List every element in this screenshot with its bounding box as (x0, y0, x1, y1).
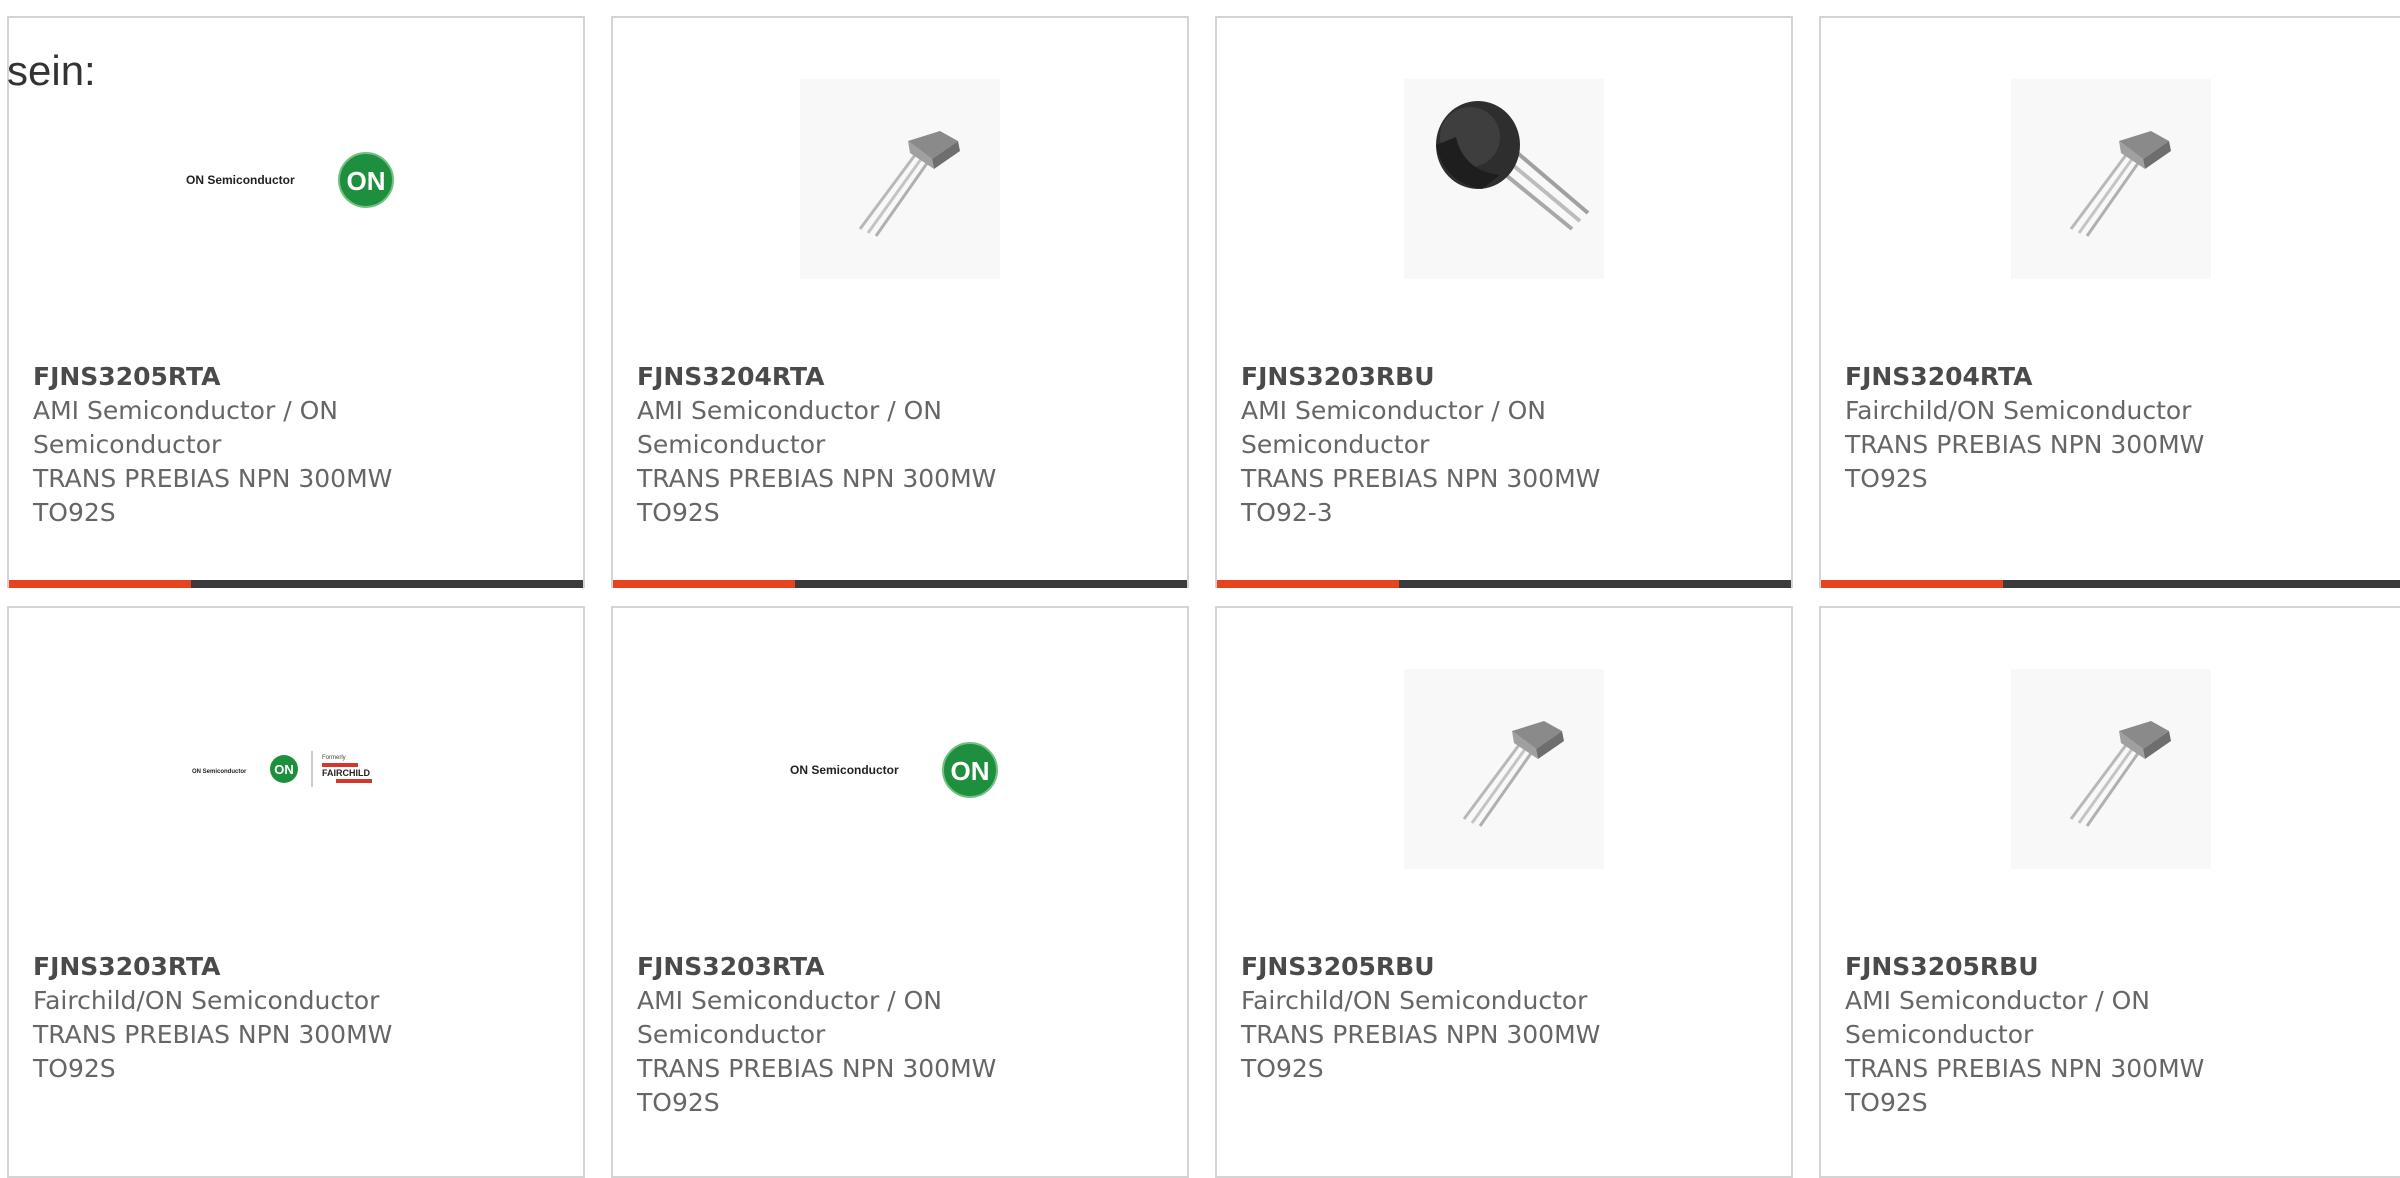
part-number[interactable]: FJNS3205RBU (1241, 950, 1641, 984)
card-bottom-bar (1821, 580, 2400, 588)
product-card[interactable]: ON Semiconductor ON Formerly FAIRCHILD F… (7, 606, 585, 1178)
part-number[interactable]: FJNS3205RBU (1845, 950, 2245, 984)
manufacturer: AMI Semiconductor / ON Semiconductor (33, 396, 338, 459)
logo-formerly-text: Formerly (322, 755, 346, 761)
description: TRANS PREBIAS NPN 300MW TO92-3 (1241, 464, 1601, 527)
part-number[interactable]: FJNS3203RBU (1241, 360, 1641, 394)
manufacturer: AMI Semiconductor / ON Semiconductor (1241, 396, 1546, 459)
card-bottom-bar (9, 580, 583, 588)
manufacturer: Fairchild/ON Semiconductor (33, 986, 380, 1015)
product-card[interactable]: FJNS3205RBU Fairchild/ON Semiconductor T… (1215, 606, 1793, 1178)
product-info: FJNS3205RTA AMI Semiconductor / ON Semic… (33, 360, 433, 530)
product-info: FJNS3203RTA AMI Semiconductor / ON Semic… (637, 950, 1037, 1120)
product-card[interactable]: ON Semiconductor ON FJNS3205RTA AMI Semi… (7, 16, 585, 588)
to92s-transistor-photo (2010, 79, 2211, 279)
card-bottom-bar (613, 580, 1187, 588)
part-number[interactable]: FJNS3204RTA (1845, 360, 2245, 394)
part-number[interactable]: FJNS3205RTA (33, 360, 433, 394)
product-info: FJNS3204RTA Fairchild/ON Semiconductor T… (1845, 360, 2245, 496)
manufacturer: AMI Semiconductor / ON Semiconductor (637, 396, 942, 459)
part-number[interactable]: FJNS3203RTA (637, 950, 1037, 984)
part-number[interactable]: FJNS3204RTA (637, 360, 1037, 394)
part-number[interactable]: FJNS3203RTA (33, 950, 433, 984)
to92s-transistor-photo (2010, 669, 2211, 869)
product-card[interactable]: FJNS3205RBU AMI Semiconductor / ON Semic… (1819, 606, 2400, 1178)
description: TRANS PREBIAS NPN 300MW TO92S (637, 464, 997, 527)
product-card[interactable]: ON Semiconductor ON FJNS3203RTA AMI Semi… (611, 606, 1189, 1178)
product-image[interactable] (1821, 73, 2400, 285)
product-info: FJNS3205RBU Fairchild/ON Semiconductor T… (1241, 950, 1641, 1086)
product-info: FJNS3204RTA AMI Semiconductor / ON Semic… (637, 360, 1037, 530)
product-image[interactable]: ON Semiconductor ON (613, 663, 1187, 875)
product-card[interactable]: FJNS3204RTA AMI Semiconductor / ON Semic… (611, 16, 1189, 588)
to92s-transistor-photo (800, 79, 1000, 279)
product-image[interactable]: ON Semiconductor ON (9, 73, 583, 285)
product-info: FJNS3203RTA Fairchild/ON Semiconductor T… (33, 950, 433, 1086)
logo-badge-text: ON (347, 166, 386, 196)
logo-badge-text: ON (274, 762, 294, 777)
description: TRANS PREBIAS NPN 300MW TO92S (1845, 1054, 2205, 1117)
product-info: FJNS3205RBU AMI Semiconductor / ON Semic… (1845, 950, 2245, 1120)
logo-badge-text: ON (951, 756, 990, 786)
product-image[interactable] (1217, 663, 1791, 875)
description: TRANS PREBIAS NPN 300MW TO92S (1845, 430, 2205, 493)
manufacturer: AMI Semiconductor / ON Semiconductor (637, 986, 942, 1049)
description: TRANS PREBIAS NPN 300MW TO92S (637, 1054, 997, 1117)
product-image[interactable] (1821, 663, 2400, 875)
manufacturer: AMI Semiconductor / ON Semiconductor (1845, 986, 2150, 1049)
logo-text: ON Semiconductor (186, 173, 295, 187)
product-image[interactable] (613, 73, 1187, 285)
description: TRANS PREBIAS NPN 300MW TO92S (1241, 1020, 1601, 1083)
to92s-transistor-photo (1404, 669, 1604, 869)
description: TRANS PREBIAS NPN 300MW TO92S (33, 464, 393, 527)
logo-text: ON Semiconductor (192, 769, 247, 775)
card-bottom-bar (1217, 580, 1791, 588)
to92-transistor-photo (1404, 79, 1604, 279)
on-semiconductor-logo: ON Semiconductor ON (186, 152, 394, 208)
logo-fairchild-text: FAIRCHILD (322, 768, 370, 778)
product-image[interactable] (1217, 73, 1791, 285)
description: TRANS PREBIAS NPN 300MW TO92S (33, 1020, 393, 1083)
manufacturer: Fairchild/ON Semiconductor (1241, 986, 1588, 1015)
on-fairchild-logo: ON Semiconductor ON Formerly FAIRCHILD (192, 751, 372, 787)
product-image[interactable]: ON Semiconductor ON Formerly FAIRCHILD (9, 663, 583, 875)
product-info: FJNS3203RBU AMI Semiconductor / ON Semic… (1241, 360, 1641, 530)
on-semiconductor-logo: ON Semiconductor ON (790, 742, 998, 798)
product-card[interactable]: FJNS3204RTA Fairchild/ON Semiconductor T… (1819, 16, 2400, 588)
manufacturer: Fairchild/ON Semiconductor (1845, 396, 2192, 425)
logo-text: ON Semiconductor (790, 763, 899, 777)
intro-text: sein: (7, 47, 96, 94)
product-card[interactable]: FJNS3203RBU AMI Semiconductor / ON Semic… (1215, 16, 1793, 588)
